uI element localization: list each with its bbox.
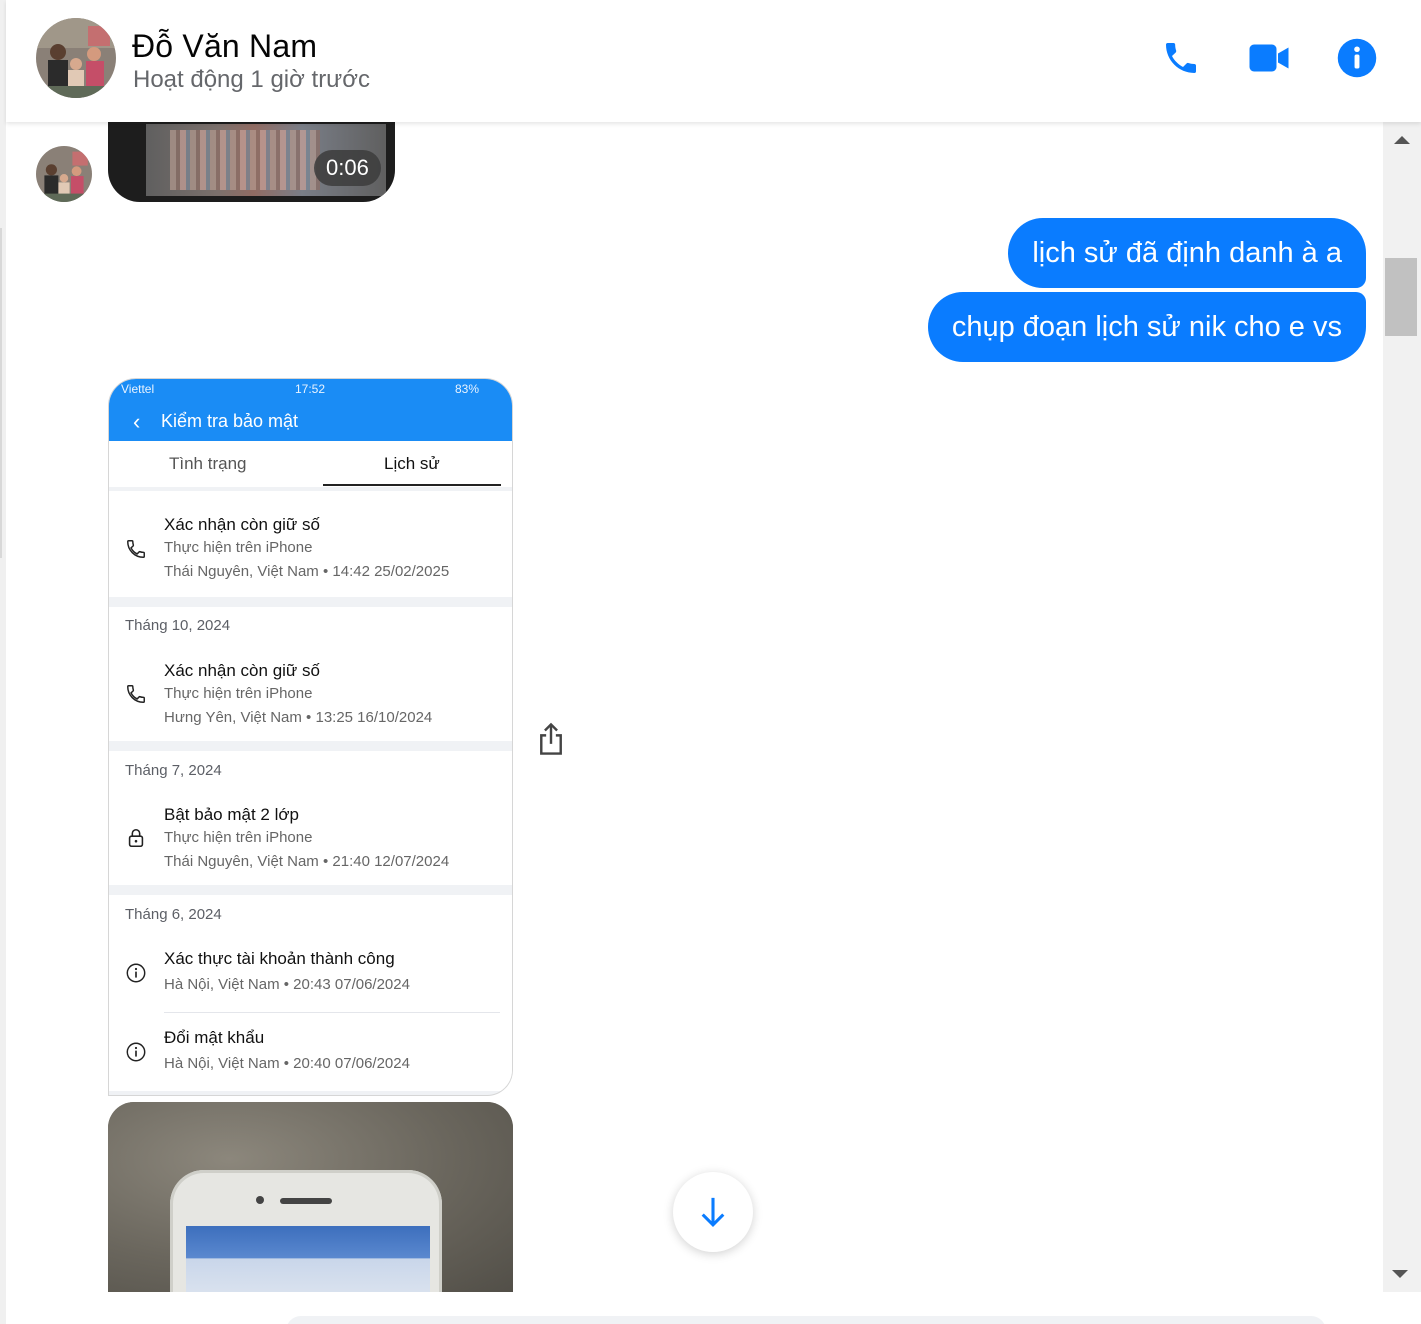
info-icon	[1337, 38, 1377, 78]
app-navbar: Viettel 17:52 83% ‹ Kiểm tra bảo mật	[109, 379, 512, 441]
info-icon	[126, 1042, 146, 1062]
chat-header: Đỗ Văn Nam Hoạt động 1 giờ trước	[6, 0, 1421, 122]
entry-place-time: Hà Nội, Việt Nam • 20:40 07/06/2024	[164, 1055, 410, 1072]
scroll-down-arrow-icon[interactable]	[1392, 1270, 1408, 1278]
entry-place-time: Thái Nguyên, Việt Nam • 14:42 25/02/2025	[164, 563, 450, 580]
info-icon	[126, 963, 146, 983]
entry-device: Thực hiện trên iPhone	[164, 829, 313, 846]
entry-place-time: Thái Nguyên, Việt Nam • 21:40 12/07/2024	[164, 853, 450, 870]
conversation-info-button[interactable]	[1335, 36, 1379, 80]
video-duration: 0:06	[314, 150, 381, 186]
entry-divider	[164, 1012, 500, 1013]
avatar-photo	[36, 146, 92, 202]
history-tabs: Tình trạng Lịch sử	[109, 441, 512, 487]
contact-status: Hoạt động 1 giờ trước	[133, 66, 370, 93]
phone-icon	[1166, 43, 1196, 73]
scroll-up-arrow-icon[interactable]	[1394, 136, 1410, 144]
photo-phone-camera	[256, 1196, 264, 1204]
month-header: Tháng 6, 2024	[125, 906, 222, 923]
share-icon	[540, 722, 562, 755]
message-composer[interactable]	[286, 1316, 1326, 1324]
screen-title: Kiểm tra bảo mật	[161, 411, 299, 431]
history-section: Tháng 10, 2024 Xác nhận còn giữ số Thực …	[109, 607, 512, 741]
entry-place-time: Hà Nội, Việt Nam • 20:43 07/06/2024	[164, 976, 410, 993]
scrollbar-thumb[interactable]	[1385, 258, 1417, 336]
video-message[interactable]: 0:06	[108, 122, 395, 202]
month-header: Tháng 7, 2024	[125, 762, 222, 779]
entry-title: Xác thực tài khoản thành công	[164, 949, 395, 968]
security-history-screenshot[interactable]: Viettel 17:52 83% ‹ Kiểm tra bảo mật Tìn…	[108, 378, 513, 1096]
arrow-down-icon	[701, 1197, 725, 1228]
photo-message[interactable]	[108, 1102, 513, 1292]
carrier-label: Viettel	[121, 382, 155, 396]
month-header: Tháng 10, 2024	[125, 617, 231, 634]
photo-phone-screen	[186, 1226, 430, 1292]
entry-device: Thực hiện trên iPhone	[164, 539, 313, 556]
message-list-scrollbar[interactable]	[1383, 122, 1421, 1292]
messenger-chat-window: Đỗ Văn Nam Hoạt động 1 giờ trước 0:06 lị…	[0, 0, 1421, 1324]
history-section: Xác nhận còn giữ số Thực hiện trên iPhon…	[109, 491, 512, 597]
entry-title: Bật bảo mật 2 lớp	[164, 805, 299, 824]
active-tab-indicator	[323, 484, 501, 486]
photo-phone-speaker	[280, 1198, 332, 1204]
scroll-to-bottom-button[interactable]	[673, 1172, 753, 1252]
battery-label: 83%	[455, 382, 480, 396]
entry-place-time: Hưng Yên, Việt Nam • 13:25 16/10/2024	[164, 709, 433, 726]
history-section: Tháng 7, 2024 Bật bảo mật 2 lớp Thực hiệ…	[109, 751, 512, 885]
lock-icon	[128, 828, 144, 848]
video-camera-icon	[1249, 44, 1289, 72]
video-frame-detail	[170, 130, 320, 190]
tab-status: Tình trạng	[169, 454, 247, 473]
video-call-button[interactable]	[1247, 36, 1291, 80]
voice-call-button[interactable]	[1159, 36, 1203, 80]
entry-title: Xác nhận còn giữ số	[164, 515, 320, 534]
entry-device: Thực hiện trên iPhone	[164, 685, 313, 702]
avatar-photo	[36, 18, 116, 98]
phone-icon	[127, 540, 145, 558]
sent-message[interactable]: chụp đoạn lịch sử nik cho e vs	[927, 292, 1366, 362]
sent-message[interactable]: lịch sử đã định danh à a	[1008, 218, 1366, 288]
contact-name[interactable]: Đỗ Văn Nam	[132, 28, 317, 65]
contact-avatar[interactable]	[36, 18, 116, 98]
sender-avatar[interactable]	[36, 146, 92, 202]
entry-title: Đổi mật khẩu	[164, 1028, 265, 1047]
left-edge	[0, 0, 6, 1324]
phone-icon	[127, 685, 145, 703]
clock-label: 17:52	[295, 382, 326, 396]
back-chevron-icon: ‹	[133, 409, 141, 434]
history-section: Tháng 6, 2024 Xác thực tài khoản thành c…	[109, 895, 512, 1091]
tab-history: Lịch sử	[384, 454, 440, 473]
entry-title: Xác nhận còn giữ số	[164, 661, 320, 680]
share-button[interactable]	[536, 722, 566, 756]
